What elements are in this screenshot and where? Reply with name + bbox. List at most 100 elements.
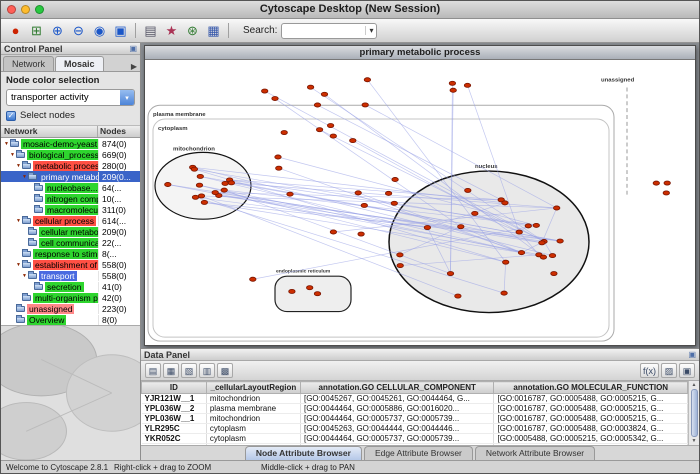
network-node[interactable] xyxy=(362,103,368,107)
network-node[interactable] xyxy=(276,166,282,170)
scroll-up-icon[interactable]: ▲ xyxy=(692,382,697,388)
network-node[interactable] xyxy=(330,230,336,234)
table-scrollbar[interactable]: ▲ ▼ xyxy=(688,381,699,445)
tree-item[interactable]: ▼primary metabo...209(0... xyxy=(1,171,140,182)
network-node[interactable] xyxy=(272,96,278,100)
tree-expand-icon[interactable]: ▼ xyxy=(21,174,28,180)
table-row[interactable]: YPL036W__1mitochondrion[GO:0044464, GO:0… xyxy=(142,414,688,424)
network-node[interactable] xyxy=(653,181,659,185)
attribute-create-icon-button[interactable]: ▦ xyxy=(163,363,179,378)
window-close-button[interactable] xyxy=(7,5,16,14)
tree-item[interactable]: ▼metabolic process280(0) xyxy=(1,160,140,171)
network-node[interactable] xyxy=(201,200,207,204)
network-node[interactable] xyxy=(464,83,470,87)
network-node[interactable] xyxy=(197,174,203,178)
vizmapper-icon-button[interactable]: ★ xyxy=(161,21,182,41)
network-node[interactable] xyxy=(275,155,281,159)
open-folder-icon-button[interactable]: ▣ xyxy=(679,363,695,378)
node-color-dropdown[interactable]: transporter activity ▾ xyxy=(6,89,135,106)
tree-item[interactable]: response to stimul...8(... xyxy=(1,248,140,259)
network-node[interactable] xyxy=(549,254,555,258)
network-node[interactable] xyxy=(330,134,336,138)
network-node[interactable] xyxy=(424,225,430,229)
network-node[interactable] xyxy=(557,239,563,243)
network-node[interactable] xyxy=(196,183,202,187)
network-node[interactable] xyxy=(539,241,545,245)
birdseye-view[interactable] xyxy=(1,325,140,460)
tab-network[interactable]: Network xyxy=(3,56,54,71)
network-node[interactable] xyxy=(191,167,197,171)
tree-header-network[interactable]: Network xyxy=(1,126,98,137)
network-node[interactable] xyxy=(540,255,546,259)
network-node[interactable] xyxy=(355,191,361,195)
table-row[interactable]: YLR295Ccytoplasm[GO:0045263, GO:0044444,… xyxy=(142,424,688,434)
function-builder-icon-button[interactable]: f(x) xyxy=(640,363,659,378)
tab-node-attribute-browser[interactable]: Node Attribute Browser xyxy=(245,446,362,460)
data-panel-float-button[interactable]: ▣ xyxy=(688,350,696,360)
tabs-scroll-right-button[interactable]: ▶ xyxy=(128,62,140,71)
tree-item[interactable]: macromolecule...311(0) xyxy=(1,204,140,215)
network-node[interactable] xyxy=(554,206,560,210)
tree-item[interactable]: nitrogen compo...10(... xyxy=(1,193,140,204)
network-node[interactable] xyxy=(307,85,313,89)
column-header[interactable]: ID xyxy=(142,382,207,394)
tree-item[interactable]: multi-organism pro...42(0) xyxy=(1,292,140,303)
table-row[interactable]: YPL036W__2plasma membrane[GO:0044464, GO… xyxy=(142,404,688,414)
network-node[interactable] xyxy=(221,188,227,192)
network-node[interactable] xyxy=(198,194,204,198)
control-panel-float-button[interactable]: ▣ xyxy=(129,44,137,54)
plugin-manager-icon-button[interactable]: ▦ xyxy=(203,21,224,41)
tree-expand-icon[interactable]: ▼ xyxy=(21,273,28,279)
network-node[interactable] xyxy=(192,195,198,199)
network-node[interactable] xyxy=(397,253,403,257)
network-node[interactable] xyxy=(316,128,322,132)
tree-item[interactable]: secretion41(0) xyxy=(1,281,140,292)
tree-item[interactable]: Overview8(0) xyxy=(1,314,140,325)
network-node[interactable] xyxy=(289,289,295,293)
network-node[interactable] xyxy=(503,260,509,264)
network-node[interactable] xyxy=(321,92,327,96)
tree-item[interactable]: cellular metabo...209(0) xyxy=(1,226,140,237)
network-node[interactable] xyxy=(314,292,320,296)
window-zoom-button[interactable] xyxy=(35,5,44,14)
network-node[interactable] xyxy=(212,191,218,195)
network-node[interactable] xyxy=(502,201,508,205)
search-dropdown-arrow-icon[interactable]: ▾ xyxy=(365,26,376,35)
network-node[interactable] xyxy=(385,191,391,195)
network-node[interactable] xyxy=(165,182,171,186)
tree-item[interactable]: ▼mosaic-demo-yeast874(0) xyxy=(1,138,140,149)
tree-item[interactable]: ▼transport558(0) xyxy=(1,270,140,281)
tree-expand-icon[interactable]: ▼ xyxy=(15,262,22,268)
network-node[interactable] xyxy=(458,225,464,229)
tab-edge-attribute-browser[interactable]: Edge Attribute Browser xyxy=(364,446,473,460)
tree-item[interactable]: ▼establishment of l...558(0) xyxy=(1,259,140,270)
network-node[interactable] xyxy=(516,230,522,234)
network-node[interactable] xyxy=(450,88,456,92)
network-node[interactable] xyxy=(525,224,531,228)
scroll-thumb[interactable] xyxy=(691,389,698,437)
zoom-selected-icon-button[interactable]: ◉ xyxy=(89,21,110,41)
network-node[interactable] xyxy=(663,191,669,195)
network-node[interactable] xyxy=(364,78,370,82)
tree-item[interactable]: nucleobase...64(... xyxy=(1,182,140,193)
network-node[interactable] xyxy=(551,271,557,275)
tree-expand-icon[interactable]: ▼ xyxy=(15,218,22,224)
network-node[interactable] xyxy=(350,139,356,143)
network-node[interactable] xyxy=(391,201,397,205)
network-node[interactable] xyxy=(281,130,287,134)
zoom-in-icon-button[interactable]: ⊕ xyxy=(47,21,68,41)
tree-item[interactable]: ▼cellular process614(... xyxy=(1,215,140,226)
network-node[interactable] xyxy=(449,81,455,85)
network-node[interactable] xyxy=(287,192,293,196)
network-node[interactable] xyxy=(314,103,320,107)
network-node[interactable] xyxy=(455,294,461,298)
network-overview-icon-button[interactable]: ⊞ xyxy=(26,21,47,41)
column-header[interactable]: _cellularLayoutRegion xyxy=(206,382,300,394)
select-nodes-checkbox[interactable]: ✓ xyxy=(6,111,16,121)
tree-item[interactable]: unassigned223(0) xyxy=(1,303,140,314)
network-node[interactable] xyxy=(222,181,228,185)
table-row[interactable]: YKR052Ccytoplasm[GO:0044464, GO:0005737,… xyxy=(142,434,688,444)
network-node[interactable] xyxy=(533,223,539,227)
scroll-down-icon[interactable]: ▼ xyxy=(692,438,697,444)
window-titlebar[interactable]: Cytoscape Desktop (New Session) xyxy=(1,1,699,19)
